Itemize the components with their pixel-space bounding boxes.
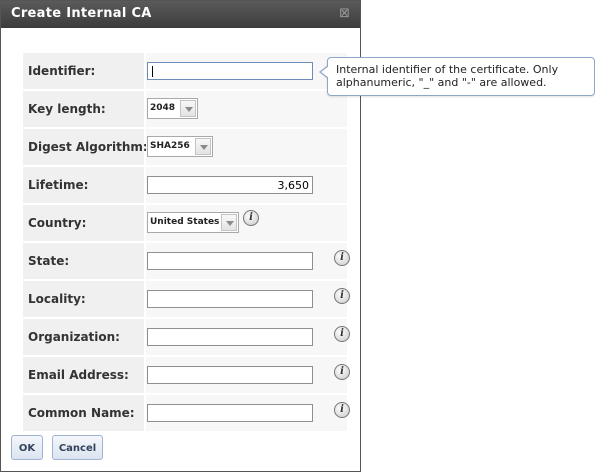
digest-algorithm-value: SHA256 xyxy=(150,141,190,151)
common-name-label: Common Name: xyxy=(23,395,144,431)
email-address-label: Email Address: xyxy=(23,357,144,393)
key-length-value: 2048 xyxy=(150,103,176,113)
identifier-tooltip: Internal identifier of the certificate. … xyxy=(319,57,595,96)
common-name-input[interactable] xyxy=(147,404,313,422)
info-icon[interactable]: i xyxy=(334,326,350,342)
country-value: United States xyxy=(150,217,220,227)
form-row-state: State: i xyxy=(23,243,350,279)
locality-input[interactable] xyxy=(147,290,313,308)
tooltip-beak-inner xyxy=(321,66,329,78)
form-row-organization: Organization: i xyxy=(23,319,350,355)
dialog-title: Create Internal CA xyxy=(11,6,152,21)
form-row-identifier: Identifier: xyxy=(23,53,347,89)
locality-label: Locality: xyxy=(23,281,144,317)
info-icon[interactable]: i xyxy=(243,210,259,226)
tooltip-text: Internal identifier of the certificate. … xyxy=(336,63,559,89)
digest-algorithm-select[interactable]: SHA256 xyxy=(147,136,213,157)
email-address-cell: i xyxy=(146,357,350,393)
key-length-label: Key length: xyxy=(23,91,144,127)
chevron-down-icon[interactable] xyxy=(195,138,211,155)
close-icon[interactable]: ⊠ xyxy=(339,6,350,21)
form-row-country: Country: United States i xyxy=(23,205,347,241)
country-cell: United States i xyxy=(146,205,347,241)
organization-input[interactable] xyxy=(147,328,313,346)
form-row-locality: Locality: i xyxy=(23,281,350,317)
state-cell: i xyxy=(146,243,350,279)
info-icon[interactable]: i xyxy=(334,288,350,304)
state-input[interactable] xyxy=(147,252,313,270)
create-internal-ca-dialog: Create Internal CA ⊠ Identifier: Key len… xyxy=(0,0,361,472)
info-icon[interactable]: i xyxy=(334,250,350,266)
info-icon[interactable]: i xyxy=(334,402,350,418)
chevron-down-icon[interactable] xyxy=(221,214,237,231)
country-label: Country: xyxy=(23,205,144,241)
info-icon[interactable]: i xyxy=(334,364,350,380)
email-address-input[interactable] xyxy=(147,366,313,384)
form-row-email-address: Email Address: i xyxy=(23,357,350,393)
locality-cell: i xyxy=(146,281,350,317)
identifier-input[interactable] xyxy=(147,62,313,80)
form-row-common-name: Common Name: i xyxy=(23,395,350,431)
form-row-key-length: Key length: 2048 xyxy=(23,91,347,127)
lifetime-label: Lifetime: xyxy=(23,167,144,203)
digest-algorithm-cell: SHA256 xyxy=(146,129,347,165)
identifier-label: Identifier: xyxy=(23,53,144,89)
form-row-lifetime: Lifetime: xyxy=(23,167,347,203)
dialog-titlebar[interactable]: Create Internal CA ⊠ xyxy=(1,1,360,28)
lifetime-cell xyxy=(146,167,347,203)
digest-algorithm-label: Digest Algorithm: xyxy=(23,129,148,165)
key-length-select[interactable]: 2048 xyxy=(147,98,198,119)
form-row-digest-algorithm: Digest Algorithm: SHA256 xyxy=(23,129,347,165)
common-name-cell: i xyxy=(146,395,350,431)
text-caret xyxy=(152,66,153,77)
organization-cell: i xyxy=(146,319,350,355)
ok-button[interactable]: OK xyxy=(11,435,43,460)
chevron-down-icon[interactable] xyxy=(180,100,196,117)
organization-label: Organization: xyxy=(23,319,144,355)
identifier-cell xyxy=(146,53,347,89)
state-label: State: xyxy=(23,243,144,279)
key-length-cell: 2048 xyxy=(146,91,347,127)
country-select[interactable]: United States xyxy=(147,212,239,233)
cancel-button[interactable]: Cancel xyxy=(52,435,103,460)
lifetime-input[interactable] xyxy=(147,176,313,194)
